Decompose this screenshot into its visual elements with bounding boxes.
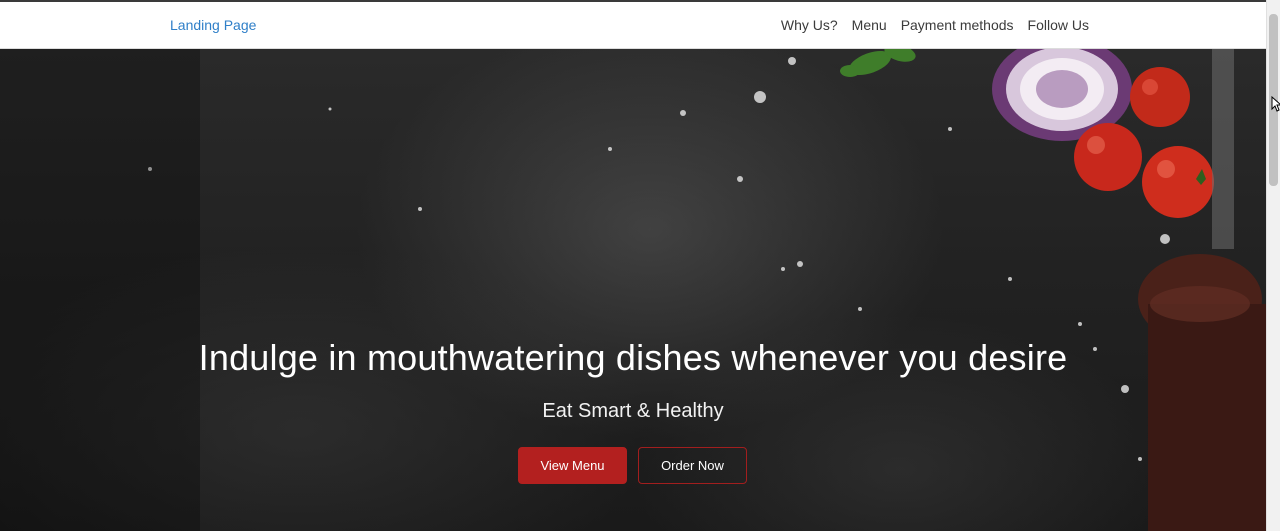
brand-link[interactable]: Landing Page — [170, 17, 256, 33]
order-now-button[interactable]: Order Now — [638, 447, 747, 484]
nav-links: Why Us? Menu Payment methods Follow Us — [781, 17, 1089, 33]
hero-background-image — [0, 49, 1266, 531]
page-scrollbar[interactable] — [1266, 0, 1280, 531]
nav-link-menu[interactable]: Menu — [852, 17, 887, 33]
hero-subtitle: Eat Smart & Healthy — [542, 400, 724, 422]
hero-section: Indulge in mouthwatering dishes whenever… — [0, 49, 1266, 531]
mouse-cursor-icon — [1271, 96, 1280, 112]
hero-title: Indulge in mouthwatering dishes whenever… — [198, 337, 1068, 378]
view-menu-button[interactable]: View Menu — [518, 447, 627, 484]
nav-link-why-us[interactable]: Why Us? — [781, 17, 838, 33]
nav-link-payment-methods[interactable]: Payment methods — [901, 17, 1014, 33]
nav-link-follow-us[interactable]: Follow Us — [1028, 17, 1089, 33]
navbar: Landing Page Why Us? Menu Payment method… — [0, 2, 1266, 49]
